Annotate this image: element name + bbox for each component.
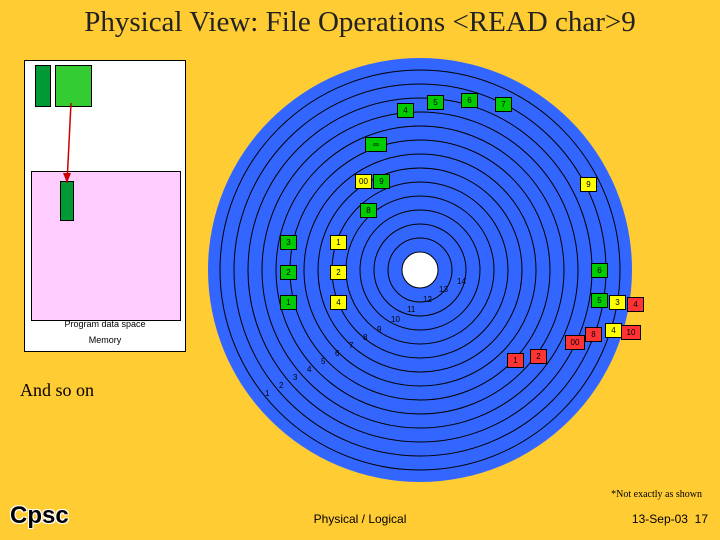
cell-8-bot-r: 8: [585, 327, 602, 342]
cell-6-right: 6: [591, 263, 608, 278]
cell-4-top: 4: [397, 103, 414, 118]
cell-infinity: ∞: [365, 137, 387, 152]
ring-5: 5: [321, 357, 325, 366]
ring-13: 13: [439, 285, 448, 294]
cell-00-top: 00: [355, 174, 372, 189]
footer-right: 13-Sep-03 17: [632, 512, 708, 526]
cell-5-right: 5: [591, 293, 608, 308]
ring-1: 1: [265, 389, 269, 398]
cell-4-left-y: 4: [330, 295, 347, 310]
ring-14: 14: [457, 277, 466, 286]
ring-6: 6: [335, 349, 339, 358]
disclaimer-note: *Not exactly as shown: [611, 489, 702, 500]
cell-5-top: 5: [427, 95, 444, 110]
memory-box: Program data space Memory: [24, 60, 186, 352]
program-space-label: Program data space: [25, 319, 185, 329]
cell-10-right-r: 10: [621, 325, 641, 340]
and-so-on: And so on: [20, 380, 94, 401]
ring-9: 9: [377, 325, 381, 334]
mem-bar-2: [55, 65, 92, 107]
cell-7-top: 7: [495, 97, 512, 112]
ring-12: 12: [423, 295, 432, 304]
cell-6-top: 6: [461, 93, 478, 108]
mem-bar-1: [35, 65, 51, 107]
cell-1-left-y: 1: [330, 235, 347, 250]
cell-4-right-y2: 4: [605, 323, 622, 338]
ring-11: 11: [407, 305, 415, 314]
cell-3-left: 3: [280, 235, 297, 250]
ring-2: 2: [279, 381, 283, 390]
program-space: [31, 171, 181, 321]
cell-2-left: 2: [280, 265, 297, 280]
memory-label: Memory: [25, 335, 185, 345]
cell-1-left: 1: [280, 295, 297, 310]
cell-8-top: 8: [360, 203, 377, 218]
cell-00-bot-r: 00: [565, 335, 585, 350]
cell-4-right-r: 4: [627, 297, 644, 312]
mem-bar-3: [60, 181, 74, 221]
cell-3-right-y: 3: [609, 295, 626, 310]
cell-1-bot-r: 1: [507, 353, 524, 368]
ring-10: 10: [391, 315, 400, 324]
footer-page: 17: [695, 512, 708, 526]
cell-9-yellow: 9: [580, 177, 597, 192]
ring-4: 4: [307, 365, 311, 374]
cell-2-bot-r: 2: [530, 349, 547, 364]
cell-9-top: 9: [373, 174, 390, 189]
ring-7: 7: [349, 341, 353, 350]
disk-platter: 4 5 6 7 ∞ 00 9 8 9 3 1 2 2 1 4 6 5 3 4 4…: [205, 55, 635, 485]
ring-8: 8: [363, 333, 367, 342]
footer-date: 13-Sep-03: [632, 512, 688, 526]
page-title: Physical View: File Operations <READ cha…: [0, 0, 720, 39]
ring-3: 3: [293, 373, 297, 382]
footer-center: Physical / Logical: [0, 512, 720, 526]
cell-2-left-y: 2: [330, 265, 347, 280]
